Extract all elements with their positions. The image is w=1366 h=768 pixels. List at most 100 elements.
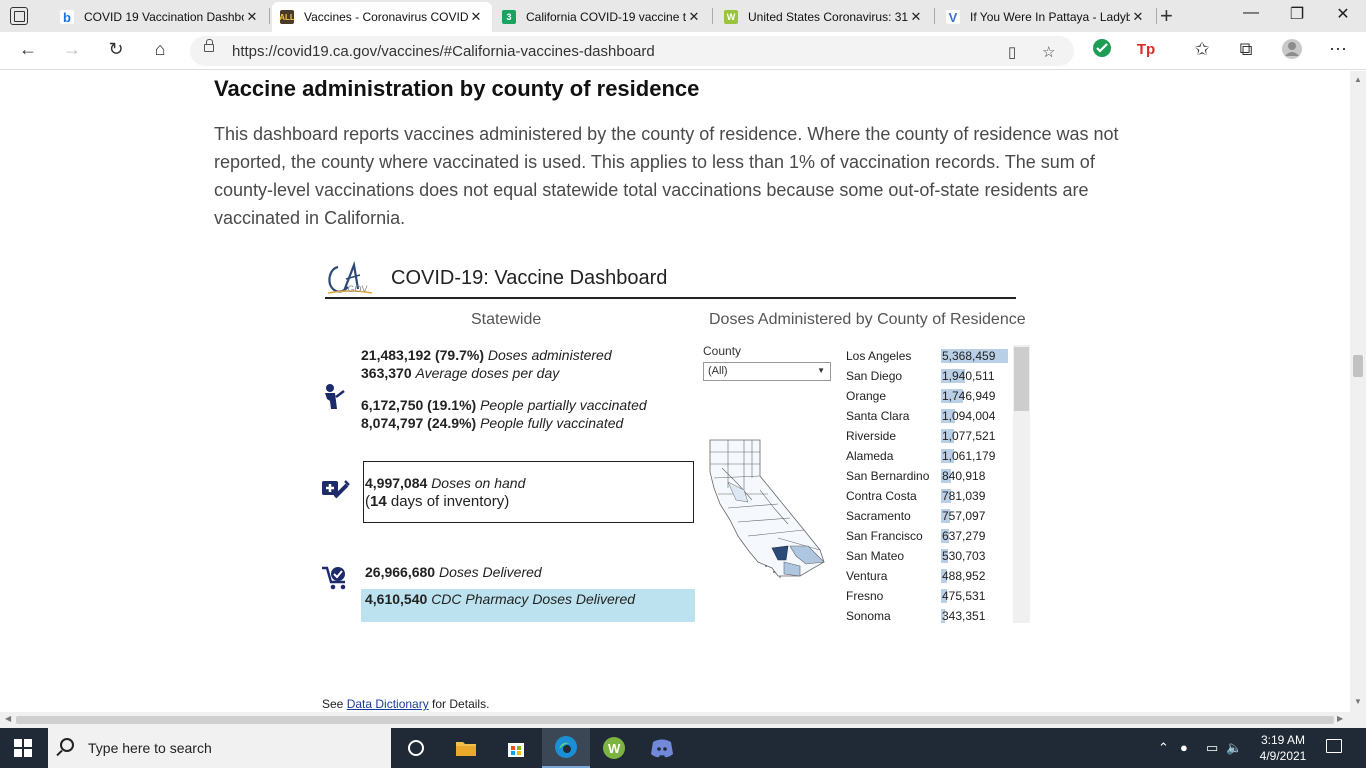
doses-administered-value: 21,483,192 (79.7%) bbox=[361, 347, 484, 363]
county-row[interactable]: Los Angeles 5,368,459 bbox=[846, 347, 1016, 367]
data-dictionary-link[interactable]: Data Dictionary bbox=[347, 697, 429, 711]
search-icon bbox=[60, 738, 74, 752]
tab-us-coronavirus[interactable]: W United States Coronavirus: 31 ✕ bbox=[716, 2, 932, 32]
refresh-button[interactable]: ↻ bbox=[104, 39, 128, 60]
county-row[interactable]: Orange 1,746,949 bbox=[846, 387, 1016, 407]
taskbar-search-box[interactable]: Type here to search bbox=[48, 728, 391, 768]
tab-divider bbox=[1156, 8, 1157, 24]
close-tab-icon[interactable]: ✕ bbox=[908, 9, 924, 25]
county-dose-value: 1,940,511 bbox=[942, 369, 995, 383]
back-button[interactable]: ← bbox=[16, 39, 40, 60]
close-tab-icon[interactable]: ✕ bbox=[244, 9, 260, 25]
county-dropdown[interactable]: (All) ▼ bbox=[703, 362, 831, 381]
county-row[interactable]: Contra Costa 781,039 bbox=[846, 487, 1016, 507]
forward-button[interactable]: → bbox=[60, 39, 84, 60]
collections-icon[interactable]: ⧉ bbox=[1234, 39, 1258, 60]
page-horizontal-scrollbar[interactable]: ◀ ▶ bbox=[0, 712, 1366, 728]
county-row[interactable]: San Bernardino 840,918 bbox=[846, 467, 1016, 487]
tab-title: Vaccines - Coronavirus COVID bbox=[304, 10, 468, 24]
extension-tp-icon[interactable]: Tp bbox=[1134, 41, 1158, 58]
county-row[interactable]: Sonoma 343,351 bbox=[846, 607, 1016, 623]
store-icon[interactable] bbox=[492, 728, 540, 768]
horizontal-scroll-thumb[interactable] bbox=[16, 716, 1334, 724]
page-scroll-thumb[interactable] bbox=[1353, 355, 1363, 377]
tab-vaccines[interactable]: ALL Vaccines - Coronavirus COVID ✕ bbox=[272, 2, 492, 32]
doses-delivered-value: 26,966,680 bbox=[365, 564, 436, 580]
close-tab-icon[interactable]: ✕ bbox=[686, 9, 702, 25]
favorites-icon[interactable]: ✩ bbox=[1190, 39, 1214, 60]
county-row[interactable]: Alameda 1,061,179 bbox=[846, 447, 1016, 467]
edge-browser-icon[interactable] bbox=[542, 728, 590, 768]
notification-center-icon[interactable] bbox=[1326, 739, 1342, 753]
discord-tray-icon[interactable]: ● bbox=[1180, 740, 1188, 755]
task-view-icon[interactable] bbox=[392, 728, 440, 768]
footnote-prefix: See bbox=[322, 697, 347, 711]
browser-toolbar: ← → ↻ ⌂ https://covid19.ca.gov/vaccines/… bbox=[0, 32, 1366, 70]
immersive-reader-icon[interactable]: ▯ bbox=[1008, 43, 1016, 61]
county-row[interactable]: San Mateo 530,703 bbox=[846, 547, 1016, 567]
doses-delivered-stat: 26,966,680 Doses Delivered bbox=[365, 564, 542, 580]
show-hidden-icons-chevron[interactable]: ⌃ bbox=[1158, 740, 1169, 756]
home-button[interactable]: ⌂ bbox=[148, 39, 172, 60]
county-doses-table[interactable]: Los Angeles 5,368,459 San Diego 1,940,511 Or… bbox=[846, 347, 1030, 623]
worldometer-icon: W bbox=[724, 10, 738, 24]
whatsapp-style-app-icon[interactable]: W bbox=[590, 728, 638, 768]
extension-check-icon[interactable] bbox=[1090, 38, 1114, 63]
average-doses-value: 363,370 bbox=[361, 365, 412, 381]
minimize-button[interactable]: — bbox=[1228, 4, 1274, 22]
close-tab-icon[interactable]: ✕ bbox=[1130, 9, 1146, 25]
system-clock[interactable]: 3:19 AM 4/9/2021 bbox=[1250, 732, 1316, 764]
county-row[interactable]: Fresno 475,531 bbox=[846, 587, 1016, 607]
california-county-map[interactable] bbox=[708, 438, 828, 578]
address-bar[interactable]: https://covid19.ca.gov/vaccines/#Califor… bbox=[190, 36, 1074, 66]
county-name: Sacramento bbox=[846, 509, 911, 523]
tab-covid-dashboard[interactable]: b COVID 19 Vaccination Dashbo ✕ bbox=[52, 2, 268, 32]
close-tab-icon[interactable]: ✕ bbox=[468, 9, 484, 25]
close-window-button[interactable]: ✕ bbox=[1320, 4, 1366, 24]
county-name: San Bernardino bbox=[846, 469, 930, 483]
scroll-left-arrow[interactable]: ◀ bbox=[5, 714, 11, 723]
tab-title: If You Were In Pattaya - Ladyb bbox=[970, 10, 1130, 24]
section-heading: Vaccine administration by county of resi… bbox=[214, 76, 700, 101]
vaccination-person-icon bbox=[325, 384, 345, 409]
inventory-suffix: days of inventory) bbox=[386, 493, 510, 510]
volume-icon[interactable]: 🔈 bbox=[1226, 740, 1242, 756]
county-table-scroll-thumb[interactable] bbox=[1014, 347, 1029, 411]
settings-more-icon[interactable]: ⋯ bbox=[1326, 39, 1350, 60]
county-dose-value: 840,918 bbox=[942, 469, 986, 483]
county-dose-value: 530,703 bbox=[942, 549, 986, 563]
fully-vaccinated-value: 8,074,797 (24.9%) bbox=[361, 415, 477, 431]
windows-taskbar: Type here to search W ⌃ ● ▭ 🔈 3:19 AM 4/… bbox=[0, 728, 1366, 768]
windows-start-icon[interactable] bbox=[14, 739, 32, 757]
county-row[interactable]: Riverside 1,077,521 bbox=[846, 427, 1016, 447]
file-explorer-icon[interactable] bbox=[442, 728, 490, 768]
county-name: San Mateo bbox=[846, 549, 905, 563]
partially-vaccinated-label: People partially vaccinated bbox=[480, 397, 647, 413]
county-row[interactable]: San Diego 1,940,511 bbox=[846, 367, 1016, 387]
scroll-right-arrow[interactable]: ▶ bbox=[1337, 714, 1343, 723]
discord-icon[interactable] bbox=[638, 728, 686, 768]
partially-vaccinated-value: 6,172,750 (19.1%) bbox=[361, 397, 477, 413]
add-favorite-icon[interactable]: ☆ bbox=[1042, 43, 1055, 61]
county-dose-value: 781,039 bbox=[942, 489, 986, 503]
scroll-down-arrow[interactable]: ▼ bbox=[1354, 697, 1362, 706]
profile-avatar[interactable] bbox=[1280, 38, 1304, 65]
county-row[interactable]: Ventura 488,952 bbox=[846, 567, 1016, 587]
tab-actions-icon[interactable] bbox=[10, 7, 28, 25]
tab-divider bbox=[269, 8, 270, 24]
county-dose-value: 343,351 bbox=[942, 609, 986, 623]
county-row[interactable]: Santa Clara 1,094,004 bbox=[846, 407, 1016, 427]
new-tab-button[interactable]: + bbox=[1160, 3, 1173, 29]
county-row[interactable]: Sacramento 757,097 bbox=[846, 507, 1016, 527]
delivery-cart-icon bbox=[322, 566, 346, 590]
county-table-scrollbar[interactable] bbox=[1013, 345, 1030, 623]
tab-pattaya[interactable]: V If You Were In Pattaya - Ladyb ✕ bbox=[938, 2, 1154, 32]
county-name: Sonoma bbox=[846, 609, 891, 623]
restore-button[interactable]: ❐ bbox=[1274, 4, 1320, 24]
doses-on-hand-value: 4,997,084 bbox=[365, 475, 428, 491]
network-icon[interactable]: ▭ bbox=[1206, 740, 1218, 756]
scroll-up-arrow[interactable]: ▲ bbox=[1354, 75, 1362, 84]
tab-california-tracker[interactable]: 3 California COVID-19 vaccine t ✕ bbox=[494, 2, 710, 32]
page-vertical-scrollbar[interactable]: ▲ ▼ bbox=[1350, 71, 1366, 712]
county-row[interactable]: San Francisco 637,279 bbox=[846, 527, 1016, 547]
